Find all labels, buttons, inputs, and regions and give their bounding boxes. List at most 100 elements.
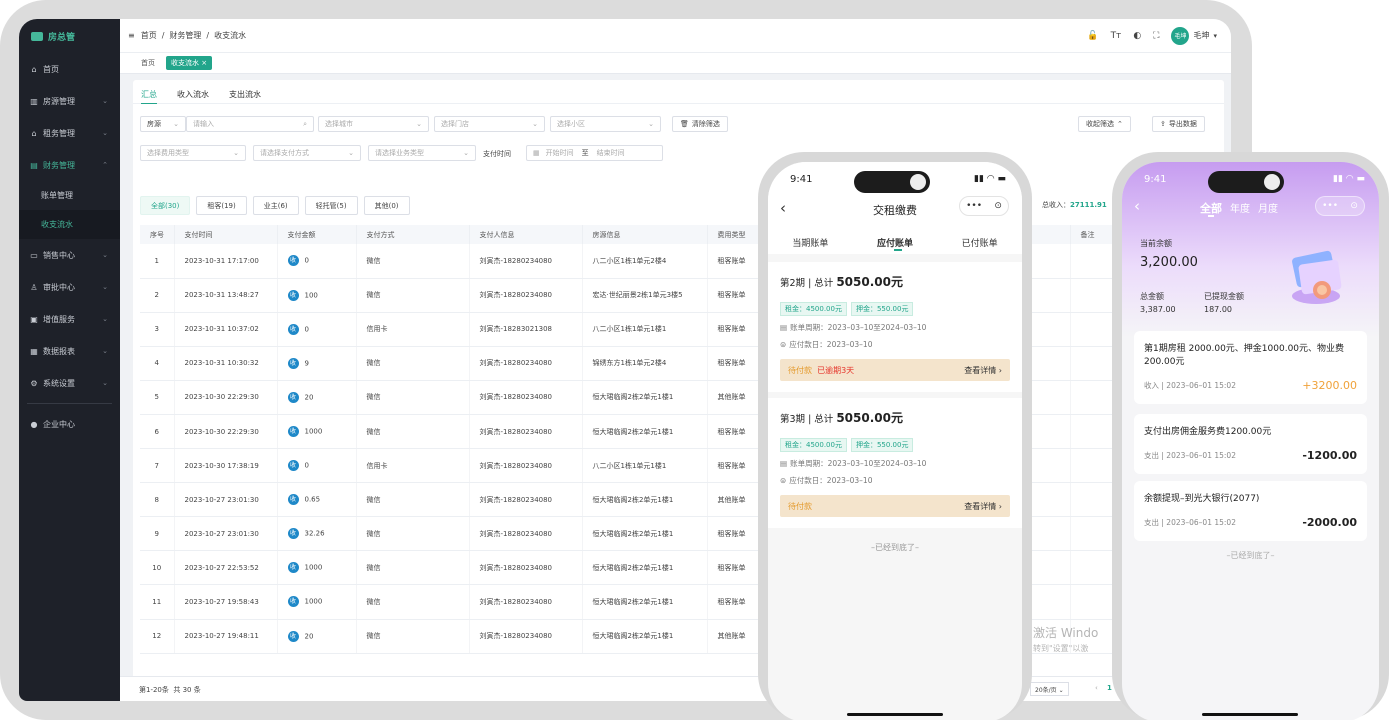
more-icon[interactable]: •••	[966, 201, 982, 211]
bill-status-bar[interactable]: 待付款 已逾期3天 查看详情 ›	[780, 359, 1010, 381]
chevron-right-icon: ›	[998, 365, 1002, 375]
tab-all[interactable]: 全部	[1200, 200, 1222, 217]
search-icon[interactable]: ⌕	[303, 120, 307, 129]
tab-year[interactable]: 年度	[1230, 200, 1250, 216]
pill-owner[interactable]: 业主(6)	[252, 196, 299, 215]
cell-index: 3	[140, 312, 175, 347]
tab-summary[interactable]: 汇总	[141, 89, 157, 104]
tab-income[interactable]: 收入流水	[177, 89, 209, 103]
tab-payable-bills[interactable]: 应付账单	[876, 236, 913, 251]
pill-other[interactable]: 其他(0)	[363, 196, 410, 215]
font-size-icon[interactable]: Tт	[1111, 31, 1122, 41]
store-placeholder: 选择门店	[441, 120, 469, 128]
lock-icon[interactable]: 🔓	[1087, 31, 1098, 41]
community-select[interactable]: 选择小区 ⌄	[550, 116, 661, 132]
sidebar-item-home[interactable]: ⌂ 首页	[19, 53, 120, 85]
city-select[interactable]: 选择城市 ⌄	[318, 116, 429, 132]
transaction-record[interactable]: 余额提现–到光大银行(2077) 支出 | 2023–06–01 15:02 -…	[1134, 481, 1367, 541]
cell-property: 恒大珺临阁2栋2单元1楼1	[582, 550, 708, 586]
cell-property: 恒大珺临阁2栋2单元1楼1	[582, 414, 708, 450]
tab-paid-bills[interactable]: 已付账单	[962, 236, 998, 249]
prev-page-icon[interactable]: ‹	[1095, 684, 1098, 692]
close-circle-icon[interactable]: ⊙	[994, 201, 1002, 211]
table-row[interactable]: 7 2023-10-30 17:38:19 收 0 信用卡 刘寅杰-18280234080…	[140, 448, 1221, 484]
theme-icon[interactable]: ◐	[1133, 31, 1141, 41]
transaction-record[interactable]: 第1期房租 2000.00元、押金1000.00元、物业费 200.00元 收入…	[1134, 331, 1367, 404]
transaction-record[interactable]: 支付出房佣金服务费1200.00元 支出 | 2023–06–01 15:02 …	[1134, 414, 1367, 474]
deposit-tag: 押金：550.00元	[850, 302, 914, 316]
table-row[interactable]: 8 2023-10-27 23:01:30 收 0.65 微信 刘寅杰-182802340…	[140, 482, 1221, 518]
page-size-select[interactable]: 20条/页 ⌄	[1030, 682, 1069, 696]
breadcrumb-item[interactable]: 财务管理	[169, 30, 201, 41]
sidebar-item-finance[interactable]: ▤ 财务管理 ⌃	[19, 149, 120, 181]
pill-all[interactable]: 全部(30)	[140, 196, 191, 215]
breadcrumb: 首页 / 财务管理 / 收支流水	[141, 30, 246, 41]
admin-screen: 房总管 ⌂ 首页 ▥ 房源管理 ⌄ ⌂ 租务管理 ⌄ ▤ 财务管理 ⌃ 账单管理 收支流水 ▭…	[19, 19, 1231, 701]
record-meta: 收入 | 2023–06–01 15:02	[1144, 381, 1236, 390]
export-button[interactable]: ⇪ 导出数据	[1152, 116, 1205, 132]
more-icon[interactable]: •••	[1322, 201, 1338, 211]
mini-program-capsule[interactable]: ••• ⊙	[959, 196, 1009, 216]
table-row[interactable]: 2 2023-10-31 13:48:27 收 100 微信 刘寅杰-1828023408…	[140, 278, 1221, 313]
bill-status: 待付款	[788, 365, 812, 375]
status-time: 9:41	[790, 174, 813, 185]
sidebar-subitem-cashflow[interactable]: 收支流水	[19, 210, 120, 239]
yuan-icon: ⊜	[780, 476, 787, 485]
cell-index: 4	[140, 346, 175, 381]
table-row[interactable]: 3 2023-10-31 10:37:02 收 0 信用卡 刘寅杰-18283021308…	[140, 312, 1221, 347]
pay-method-select[interactable]: 请选择支付方式 ⌄	[253, 145, 361, 161]
cell-payer-text: 刘寅杰-18280234080	[479, 632, 553, 641]
table-row[interactable]: 11 2023-10-27 19:58:43 收 1000 微信 刘寅杰-18280234…	[140, 584, 1221, 620]
current-page[interactable]: 1	[1107, 684, 1112, 692]
sidebar-item-rental[interactable]: ⌂ 租务管理 ⌄	[19, 117, 120, 149]
pill-light-custody[interactable]: 轻托管(5)	[304, 196, 358, 215]
collapse-filter-button[interactable]: 收起筛选 ⌃	[1078, 116, 1131, 132]
cell-index-text: 3	[154, 325, 159, 334]
approval-icon: ♙	[30, 282, 38, 292]
sidebar-item-settings[interactable]: ⚙ 系统设置 ⌄	[19, 367, 120, 399]
bill-status-bar[interactable]: 待付款 查看详情 ›	[780, 495, 1010, 517]
menu-toggle-icon[interactable]: ≡	[128, 31, 135, 40]
keyword-input[interactable]: 请输入 ⌕	[186, 116, 314, 132]
sidebar-item-enterprise[interactable]: ● 企业中心	[19, 408, 120, 440]
view-detail-link[interactable]: 查看详情	[964, 502, 996, 511]
bill-header: 第3期 | 总计 5050.00元	[780, 398, 1010, 426]
tab-home[interactable]: 首页	[136, 56, 160, 70]
tab-cashflow[interactable]: 收支流水 ×	[166, 56, 213, 70]
table-row[interactable]: 1 2023-10-31 17:17:00 收 0 微信 刘寅杰-18280234080 八…	[140, 244, 1221, 279]
phone-rent-screen: 9:41 ▮▮ ◠ ▬ ‹ 交租缴费 ••• ⊙ 当期账单 应付账单 已付账单 第…	[768, 162, 1022, 720]
brand-logo[interactable]: 房总管	[19, 19, 120, 53]
breadcrumb-item[interactable]: 首页	[141, 30, 157, 41]
cell-pay-method: 微信	[356, 516, 470, 552]
tab-label: 应付账单	[876, 239, 913, 249]
table-row[interactable]: 6 2023-10-30 22:29:30 收 1000 微信 刘寅杰-182802340…	[140, 414, 1221, 450]
sidebar-item-listings[interactable]: ▥ 房源管理 ⌄	[19, 85, 120, 117]
record-title: 余额提现–到光大银行(2077)	[1144, 494, 1260, 504]
table-row[interactable]: 10 2023-10-27 22:53:52 收 1000 微信 刘寅杰-18280234…	[140, 550, 1221, 586]
sidebar-item-value-added[interactable]: ▣ 增值服务 ⌄	[19, 303, 120, 335]
close-circle-icon[interactable]: ⊙	[1350, 201, 1358, 211]
user-menu[interactable]: 毛坤 毛坤 ▾	[1171, 26, 1217, 45]
tab-current-bills[interactable]: 当期账单	[792, 236, 828, 249]
sidebar-item-sales[interactable]: ▭ 销售中心 ⌄	[19, 239, 120, 271]
mini-program-capsule[interactable]: ••• ⊙	[1315, 196, 1365, 216]
date-range-picker[interactable]: ▦ 开始时间 至 结束时间	[526, 145, 663, 161]
tab-expense[interactable]: 支出流水	[229, 89, 261, 103]
sidebar-item-approval[interactable]: ♙ 审批中心 ⌄	[19, 271, 120, 303]
view-detail-link[interactable]: 查看详情	[964, 366, 996, 375]
sidebar-item-label: 增值服务	[43, 314, 75, 324]
store-select[interactable]: 选择门店 ⌄	[434, 116, 545, 132]
table-row[interactable]: 9 2023-10-27 23:01:30 收 32.26 微信 刘寅杰-18280234…	[140, 516, 1221, 552]
sidebar-item-reports[interactable]: ▦ 数据报表 ⌄	[19, 335, 120, 367]
fullscreen-icon[interactable]: ⛶	[1153, 31, 1159, 41]
back-icon[interactable]: ‹	[1134, 197, 1140, 215]
tab-month[interactable]: 月度	[1258, 200, 1278, 216]
pill-tenant[interactable]: 租客(19)	[196, 196, 247, 215]
table-row[interactable]: 5 2023-10-30 22:29:30 收 20 微信 刘寅杰-18280234080…	[140, 380, 1221, 415]
fee-type-select[interactable]: 选择费用类型 ⌄	[140, 145, 246, 161]
source-select[interactable]: 房源 ⌄	[140, 116, 186, 132]
clear-filter-button[interactable]: 🗑 清除筛选	[672, 116, 728, 132]
sidebar-subitem-bills[interactable]: 账单管理	[19, 181, 120, 210]
biz-type-select[interactable]: 请选择业务类型 ⌄	[368, 145, 476, 161]
table-row[interactable]: 4 2023-10-31 10:30:32 收 9 微信 刘寅杰-18280234080 锦…	[140, 346, 1221, 381]
